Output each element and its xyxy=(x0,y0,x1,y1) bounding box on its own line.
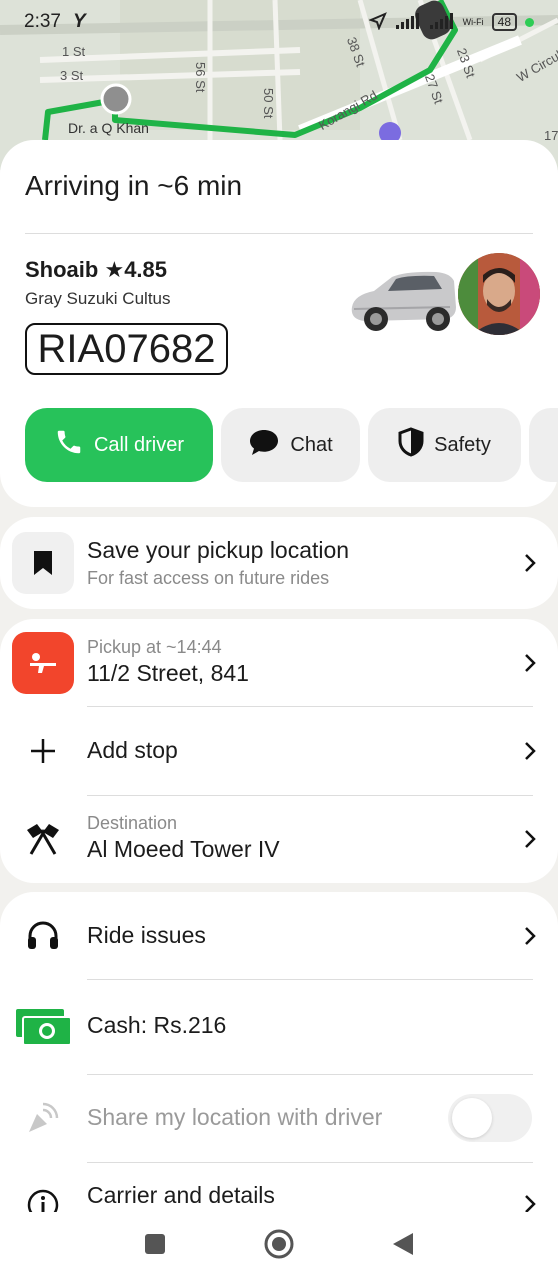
status-time: 2:37 xyxy=(24,11,61,32)
pickup-row[interactable]: Pickup at ~14:44 11/2 Street, 841 xyxy=(0,619,558,707)
location-arrow-icon xyxy=(367,11,387,33)
share-location-row[interactable]: Share my location with driver xyxy=(0,1074,558,1162)
payment-row[interactable]: Cash: Rs.216 xyxy=(0,980,558,1074)
signal-icon xyxy=(395,12,421,32)
chevron-right-icon xyxy=(524,653,536,678)
destination-label: Destination xyxy=(87,813,178,833)
save-pickup-title: Save your pickup location xyxy=(87,537,350,563)
chevron-right-icon xyxy=(524,741,536,766)
recents-button[interactable] xyxy=(143,1232,167,1261)
status-bar: 2:37 Y Wi-Fi 48 xyxy=(0,0,558,44)
action-buttons: Call driver Chat Safety xyxy=(25,408,558,482)
chat-bubble-icon xyxy=(248,427,280,463)
chevron-right-icon xyxy=(524,926,536,951)
divider xyxy=(25,233,533,234)
chat-label: Chat xyxy=(290,433,333,456)
save-pickup-subtitle: For fast access on future rides xyxy=(87,568,330,588)
driver-rating: ★4.85 xyxy=(104,257,168,282)
map-label: Dr. a Q Khan xyxy=(68,120,149,136)
chevron-right-icon xyxy=(524,829,536,854)
carrier-details-row[interactable]: Carrier and details xyxy=(0,1162,558,1212)
carrier-icon: Y xyxy=(72,11,86,32)
back-button[interactable] xyxy=(391,1231,415,1262)
car-description: Gray Suzuki Cultus xyxy=(25,289,171,308)
ride-issues-label: Ride issues xyxy=(87,922,206,948)
chevron-right-icon xyxy=(524,1194,536,1212)
signal-icon xyxy=(429,12,455,32)
pickup-address: 11/2 Street, 841 xyxy=(87,660,249,686)
license-plate: RIA07682 xyxy=(25,323,228,375)
call-driver-label: Call driver xyxy=(93,433,185,456)
payment-label: Cash: Rs.216 xyxy=(87,1012,227,1038)
destination-row[interactable]: Destination Al Moeed Tower IV xyxy=(0,795,558,883)
pickup-time: Pickup at ~14:44 xyxy=(87,637,222,657)
flags-icon xyxy=(22,818,64,860)
call-driver-button[interactable]: Call driver xyxy=(25,408,213,482)
bookmark-icon xyxy=(12,532,74,594)
home-button[interactable] xyxy=(263,1228,295,1265)
driver-name: Shoaib xyxy=(25,257,99,282)
destination-name: Al Moeed Tower IV xyxy=(87,836,280,862)
share-location-label: Share my location with driver xyxy=(87,1104,383,1130)
driver-name-line: Shoaib ★4.85 xyxy=(25,257,167,283)
info-icon xyxy=(22,1184,64,1212)
system-nav-bar xyxy=(0,1212,558,1280)
map-label: 1 St xyxy=(62,44,86,59)
share-location-toggle[interactable] xyxy=(448,1094,532,1142)
chat-button[interactable]: Chat xyxy=(221,408,360,482)
arrival-title: Arriving in ~6 min xyxy=(25,170,243,201)
map-label: 17 xyxy=(544,128,558,143)
car-image xyxy=(346,267,466,342)
cash-icon xyxy=(14,1006,72,1048)
plus-icon xyxy=(22,730,64,772)
map-label: 50 St xyxy=(261,88,276,119)
wifi-icon: Wi-Fi xyxy=(462,17,484,27)
carrier-details-label: Carrier and details xyxy=(87,1182,275,1208)
driver-card: Arriving in ~6 min Shoaib ★4.85 Gray Suz… xyxy=(0,140,558,507)
person-waving-icon xyxy=(12,632,74,694)
phone-icon xyxy=(54,427,84,463)
ride-issues-row[interactable]: Ride issues xyxy=(0,892,558,980)
shield-icon xyxy=(398,427,424,463)
add-stop-label: Add stop xyxy=(87,737,178,763)
more-actions-button[interactable] xyxy=(529,408,558,482)
battery-icon: 48 xyxy=(491,13,517,31)
options-card: Ride issues Cash: Rs.216 Share my locati… xyxy=(0,892,558,1212)
save-pickup-card[interactable]: Save your pickup location For fast acces… xyxy=(0,517,558,609)
safety-button[interactable]: Safety xyxy=(368,408,521,482)
save-pickup-row[interactable]: Save your pickup location For fast acces… xyxy=(0,517,558,609)
chevron-right-icon xyxy=(524,553,536,578)
headset-icon xyxy=(22,915,64,957)
route-card: Pickup at ~14:44 11/2 Street, 841 Add st… xyxy=(0,619,558,883)
safety-label: Safety xyxy=(434,433,491,456)
driver-avatar xyxy=(458,253,540,335)
location-share-icon xyxy=(22,1097,64,1139)
green-dot-icon xyxy=(525,17,534,27)
add-stop-row[interactable]: Add stop xyxy=(0,707,558,795)
map-label: 3 St xyxy=(60,68,84,83)
map-label: 56 St xyxy=(193,62,208,93)
